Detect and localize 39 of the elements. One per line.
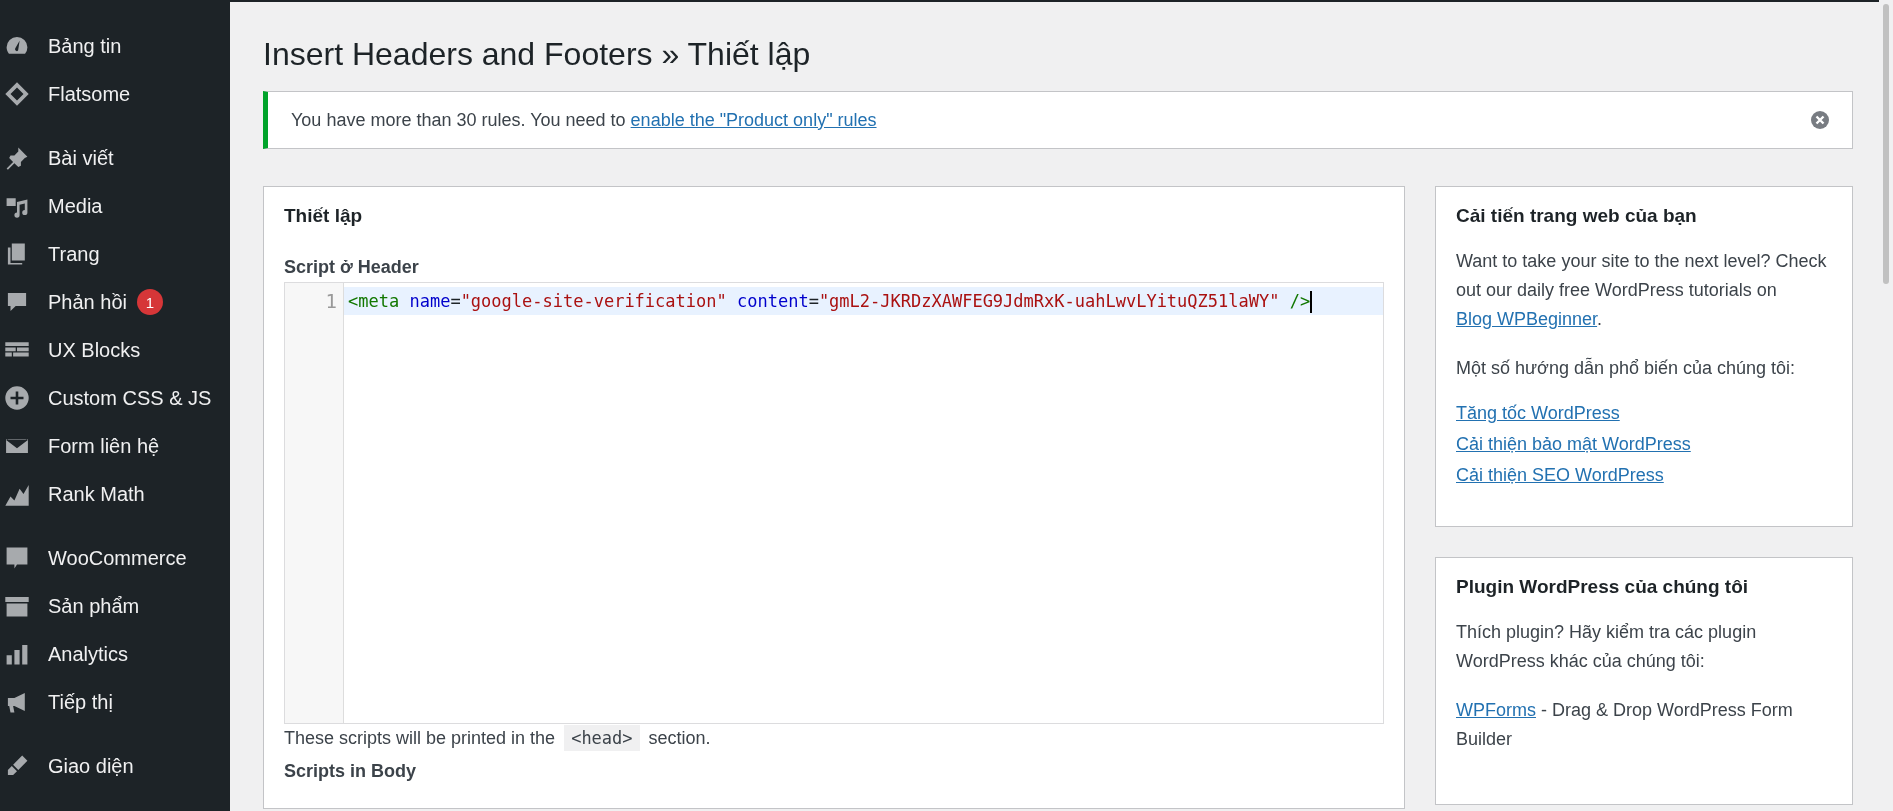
menu-item[interactable]: Flatsome — [0, 70, 230, 118]
menu-item[interactable]: Analytics — [0, 630, 230, 678]
intro-text: Thích plugin? Hãy kiểm tra các plugin WordPress khác của chúng tôi: — [1456, 621, 1758, 673]
line-number: 1 — [324, 289, 338, 314]
menu-item[interactable]: Bài viết — [0, 134, 230, 182]
intro-text: Want to take your site to the next level? Check out our daily free WordPress tutorials on Blog WPBeginner. — [1456, 250, 1828, 331]
menu-item[interactable]: UX Blocks — [0, 326, 230, 374]
notice-message: You have more than 30 rules. You need to enable the "Product only" rules — [291, 109, 878, 131]
blog-link[interactable]: Blog WPBeginner — [1456, 309, 1598, 329]
diamond-icon — [4, 81, 30, 107]
count-badge: 1 — [136, 289, 163, 315]
menu-item[interactable]: WooCommerce — [0, 534, 230, 582]
menu-item[interactable]: Rank Math — [0, 470, 230, 518]
menu-item[interactable]: Phản hồi 1 — [0, 278, 230, 326]
panel-title: Cải tiến trang web của bạn — [1456, 205, 1698, 227]
plugin-description: WPForms - Drag & Drop WordPress Form Builder — [1456, 699, 1794, 751]
menu-item[interactable]: Form liên hệ — [0, 422, 230, 470]
guide-link[interactable]: Tăng tốc WordPress — [1456, 403, 1832, 424]
menu-item[interactable]: Trang — [0, 230, 230, 278]
help-text: These scripts will be printed in the <head> section. — [284, 728, 1384, 749]
enable-rules-link[interactable]: enable the "Product only" rules — [630, 109, 877, 130]
panel-title: Thiết lập — [284, 205, 364, 227]
menu-item[interactable]: Giao diện — [0, 742, 230, 790]
guide-link[interactable]: Cải thiện SEO WordPress — [1456, 465, 1832, 486]
panel-title: Plugin WordPress của chúng tôi — [1456, 576, 1750, 598]
pin-icon — [4, 145, 30, 171]
page-title: Insert Headers and Footers » Thiết lập — [263, 36, 812, 73]
menu-item[interactable]: Tiếp thị — [0, 678, 230, 726]
field-label: Scripts in Body — [284, 761, 418, 782]
close-icon[interactable] — [1810, 110, 1830, 130]
menu-item[interactable]: Bảng tin — [0, 22, 230, 70]
plugin-link[interactable]: WPForms — [1456, 700, 1536, 720]
guide-link[interactable]: Cải thiện bảo mật WordPress — [1456, 434, 1832, 455]
menu-item[interactable]: Media — [0, 182, 230, 230]
field-label: Script ở Header — [284, 257, 420, 278]
code-editor[interactable]: 1 <meta name="google-site-verification" content="gmL2-JKRDzXAWFEG9JdmRxK-uahLwvLYituQZ51laWY" /> — [284, 282, 1384, 724]
guides-label: Một số hướng dẫn phổ biến của chúng tôi: — [1456, 356, 1797, 380]
menu-item[interactable]: Custom CSS & JS — [0, 374, 230, 422]
menu-item[interactable]: Sản phẩm — [0, 582, 230, 630]
